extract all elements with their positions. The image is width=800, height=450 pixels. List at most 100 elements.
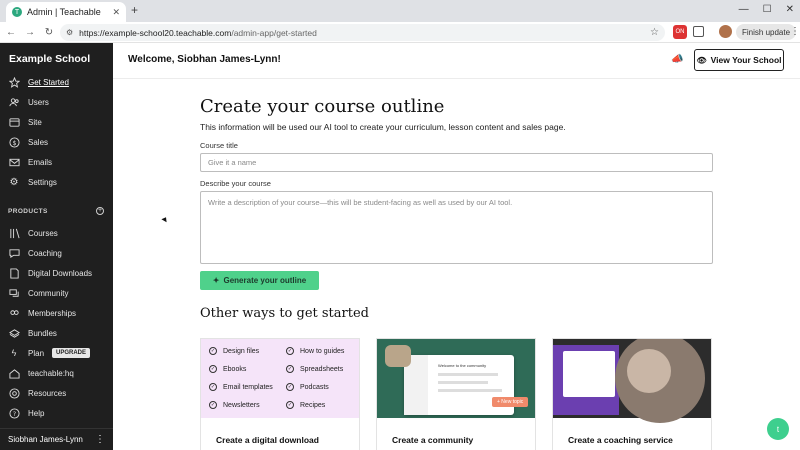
add-product-icon[interactable]: + bbox=[96, 207, 104, 215]
download-icon bbox=[8, 267, 20, 279]
sidebar-item-label: Courses bbox=[28, 228, 58, 238]
check-circle-icon: ✓ bbox=[286, 383, 294, 391]
course-title-input[interactable] bbox=[200, 153, 713, 172]
coaching-card[interactable]: Create a coaching service bbox=[552, 338, 712, 450]
sidebar-item-label: Sales bbox=[28, 137, 49, 147]
sidebar-item-sales[interactable]: $ Sales bbox=[0, 133, 113, 151]
sidebar-item-plan[interactable]: ϟ Plan UPGRADE bbox=[0, 344, 113, 362]
sidebar-item-users[interactable]: Users bbox=[0, 93, 113, 111]
check-circle-icon: ✓ bbox=[209, 383, 217, 391]
back-icon[interactable]: ← bbox=[3, 27, 19, 38]
mockup-heading: Welcome to the community bbox=[438, 363, 487, 368]
forward-icon[interactable]: → bbox=[22, 27, 38, 38]
user-name: Siobhan James-Lynn bbox=[8, 435, 83, 444]
sidebar-item-label: Bundles bbox=[28, 328, 57, 338]
sidebar-item-memberships[interactable]: Memberships bbox=[0, 304, 113, 322]
feature-item: ✓ Newsletters bbox=[209, 401, 260, 409]
feature-item: ✓ Email templates bbox=[209, 383, 273, 391]
user-menu-icon[interactable]: ⋮ bbox=[95, 434, 105, 445]
feature-item: ✓ Podcasts bbox=[286, 383, 329, 391]
generate-outline-label: Generate your outline bbox=[223, 276, 307, 285]
main-content: Create your course outline This informat… bbox=[113, 80, 800, 450]
sidebar-item-label: Settings bbox=[28, 177, 57, 187]
help-icon: ? bbox=[8, 407, 20, 419]
sidebar-item-label: Plan bbox=[28, 348, 45, 358]
bundle-icon bbox=[8, 327, 20, 339]
feature-item: ✓ Recipes bbox=[286, 401, 326, 409]
sidebar-item-site[interactable]: Site bbox=[0, 113, 113, 131]
describe-course-label: Describe your course bbox=[200, 179, 271, 188]
school-name[interactable]: Example School bbox=[9, 53, 90, 65]
community-card[interactable]: Welcome to the community + New topic Cre… bbox=[376, 338, 536, 450]
sidebar-item-label: Get Started bbox=[28, 77, 69, 87]
courses-icon bbox=[8, 227, 20, 239]
megaphone-icon[interactable]: 📣 bbox=[671, 54, 683, 65]
sidebar-item-emails[interactable]: Emails bbox=[0, 153, 113, 171]
digital-download-card-header: ✓ Design files ✓ How to guides ✓ Ebooks ✓ Sp… bbox=[201, 339, 359, 418]
sidebar-item-settings[interactable]: ⚙ Settings bbox=[0, 173, 113, 191]
reload-icon[interactable]: ↻ bbox=[41, 27, 57, 38]
sidebar-item-courses[interactable]: Courses bbox=[0, 224, 113, 242]
check-circle-icon: ✓ bbox=[286, 347, 294, 355]
new-topic-button: + New topic bbox=[492, 397, 529, 407]
sidebar-item-resources[interactable]: Resources bbox=[0, 384, 113, 402]
view-your-school-button[interactable]: 👁 View Your School bbox=[694, 49, 784, 71]
mockup-line bbox=[438, 381, 488, 384]
close-tab-icon[interactable]: ✕ bbox=[112, 7, 120, 18]
page-subtitle: This information will be used our AI too… bbox=[200, 122, 566, 132]
gear-icon: ⚙ bbox=[9, 176, 19, 188]
url-path: /admin-app/get-started bbox=[231, 27, 317, 38]
mockup-line bbox=[438, 373, 498, 376]
sidebar-item-label: Memberships bbox=[28, 308, 77, 318]
sidebar-item-coaching[interactable]: Coaching bbox=[0, 244, 113, 262]
browser-menu-icon[interactable]: ⋮ bbox=[790, 26, 800, 37]
coaching-icon bbox=[8, 247, 20, 259]
sidebar-item-get-started[interactable]: Get Started bbox=[0, 73, 113, 91]
card-title: Create a coaching service bbox=[568, 435, 673, 445]
sidebar: Example School Get Started Users Site $ … bbox=[0, 43, 113, 450]
sidebar-item-label: Help bbox=[28, 408, 45, 418]
feature-item: ✓ Ebooks bbox=[209, 365, 247, 373]
sidebar-item-label: Site bbox=[28, 117, 42, 127]
extensions-puzzle-icon[interactable] bbox=[693, 26, 704, 37]
coaching-mockup bbox=[563, 351, 615, 397]
digital-download-card[interactable]: ✓ Design files ✓ How to guides ✓ Ebooks ✓ Sp… bbox=[200, 338, 360, 450]
sidebar-item-help[interactable]: ? Help bbox=[0, 404, 113, 422]
svg-text:$: $ bbox=[12, 138, 16, 146]
url-bar[interactable]: ⚙ https://example-school20.teachable.com… bbox=[60, 24, 665, 41]
minimize-icon[interactable]: — bbox=[739, 4, 749, 15]
course-description-textarea[interactable] bbox=[200, 191, 713, 264]
generate-outline-button[interactable]: ✦ Generate your outline bbox=[200, 271, 319, 290]
site-info-icon[interactable]: ⚙ bbox=[66, 28, 73, 37]
lightning-icon: ϟ bbox=[11, 348, 17, 358]
membership-icon bbox=[8, 307, 20, 319]
hq-icon bbox=[8, 367, 20, 379]
users-icon bbox=[8, 96, 20, 108]
course-title-label: Course title bbox=[200, 141, 238, 150]
finish-update-button[interactable]: Finish update bbox=[736, 24, 797, 40]
other-ways-heading: Other ways to get started bbox=[200, 306, 369, 321]
bookmark-star-icon[interactable]: ☆ bbox=[650, 27, 659, 38]
upgrade-badge[interactable]: UPGRADE bbox=[52, 348, 91, 358]
user-account-bar[interactable]: Siobhan James-Lynn ⋮ bbox=[0, 428, 113, 450]
sidebar-item-community[interactable]: Community bbox=[0, 284, 113, 302]
new-tab-icon[interactable]: + bbox=[131, 3, 138, 17]
community-card-image: Welcome to the community + New topic bbox=[377, 339, 535, 418]
check-circle-icon: ✓ bbox=[209, 347, 217, 355]
sidebar-item-teachable-hq[interactable]: teachable:hq bbox=[0, 364, 113, 382]
sidebar-item-bundles[interactable]: Bundles bbox=[0, 324, 113, 342]
welcome-message: Welcome, Siobhan James-Lynn! bbox=[128, 54, 281, 65]
maximize-icon[interactable]: ☐ bbox=[763, 4, 772, 15]
mail-icon bbox=[8, 156, 20, 168]
sidebar-item-digital-downloads[interactable]: Digital Downloads bbox=[0, 264, 113, 282]
feature-item: ✓ Spreadsheets bbox=[286, 365, 344, 373]
extension-icon[interactable]: ON bbox=[673, 25, 687, 39]
sidebar-item-label: Digital Downloads bbox=[28, 268, 93, 278]
browser-tab[interactable]: T Admin | Teachable ✕ bbox=[6, 2, 126, 22]
page-title: Create your course outline bbox=[200, 96, 445, 117]
close-window-icon[interactable]: ✕ bbox=[786, 4, 794, 15]
chat-launcher-button[interactable]: t bbox=[767, 418, 789, 440]
check-circle-icon: ✓ bbox=[209, 401, 217, 409]
sidebar-item-label: Community bbox=[28, 288, 69, 298]
profile-avatar[interactable] bbox=[719, 25, 732, 38]
